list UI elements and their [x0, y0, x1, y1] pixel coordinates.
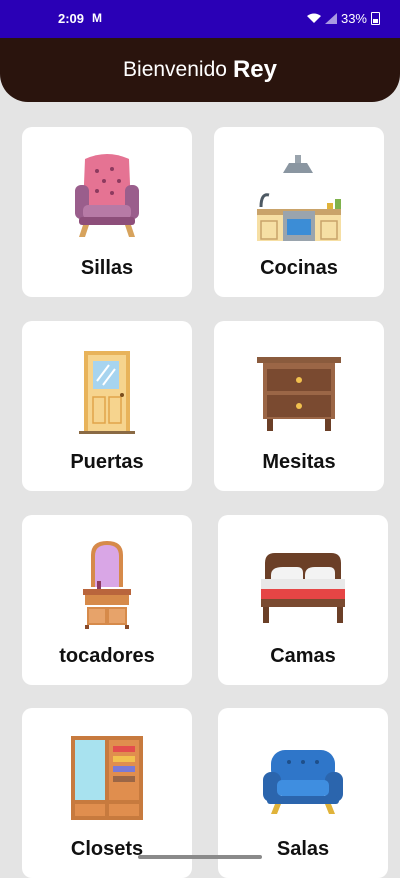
category-card-mesitas[interactable]: Mesitas [214, 321, 384, 491]
status-bar: 2:09 M 33% [0, 0, 400, 38]
category-card-sillas[interactable]: Sillas [22, 127, 192, 297]
bed-icon [261, 553, 345, 623]
nightstand-icon [257, 357, 341, 431]
category-label: Camas [270, 645, 336, 667]
gesture-nav-bar[interactable] [138, 855, 262, 859]
welcome-text: Bienvenido [123, 58, 227, 81]
category-card-closets[interactable]: Closets [22, 708, 192, 878]
battery-icon [371, 12, 380, 25]
wardrobe-icon [71, 736, 143, 820]
kitchen-icon [257, 155, 341, 241]
mail-notification-icon: M [92, 11, 102, 25]
dresser-mirror-icon [83, 541, 131, 629]
battery-percent: 33% [340, 11, 367, 26]
category-card-puertas[interactable]: Puertas [22, 321, 192, 491]
app-header: Bienvenido Rey [0, 38, 400, 102]
wifi-icon [306, 13, 321, 23]
status-time: 2:09 [58, 11, 85, 26]
user-name: Rey [232, 56, 277, 83]
category-label: Sillas [80, 257, 134, 279]
door-icon [79, 351, 135, 434]
category-label: Mesitas [262, 451, 336, 473]
category-card-salas[interactable]: Salas [218, 708, 388, 878]
category-card-cocinas[interactable]: Cocinas [214, 127, 384, 297]
sofa-icon [263, 750, 343, 814]
category-label: Puertas [70, 451, 144, 473]
category-card-tocadores[interactable]: tocadores [22, 515, 192, 685]
signal-icon [324, 13, 337, 24]
category-label: tocadores [59, 645, 155, 667]
armchair-icon [75, 154, 139, 237]
category-label: Cocinas [260, 257, 338, 279]
category-card-camas[interactable]: Camas [218, 515, 388, 685]
